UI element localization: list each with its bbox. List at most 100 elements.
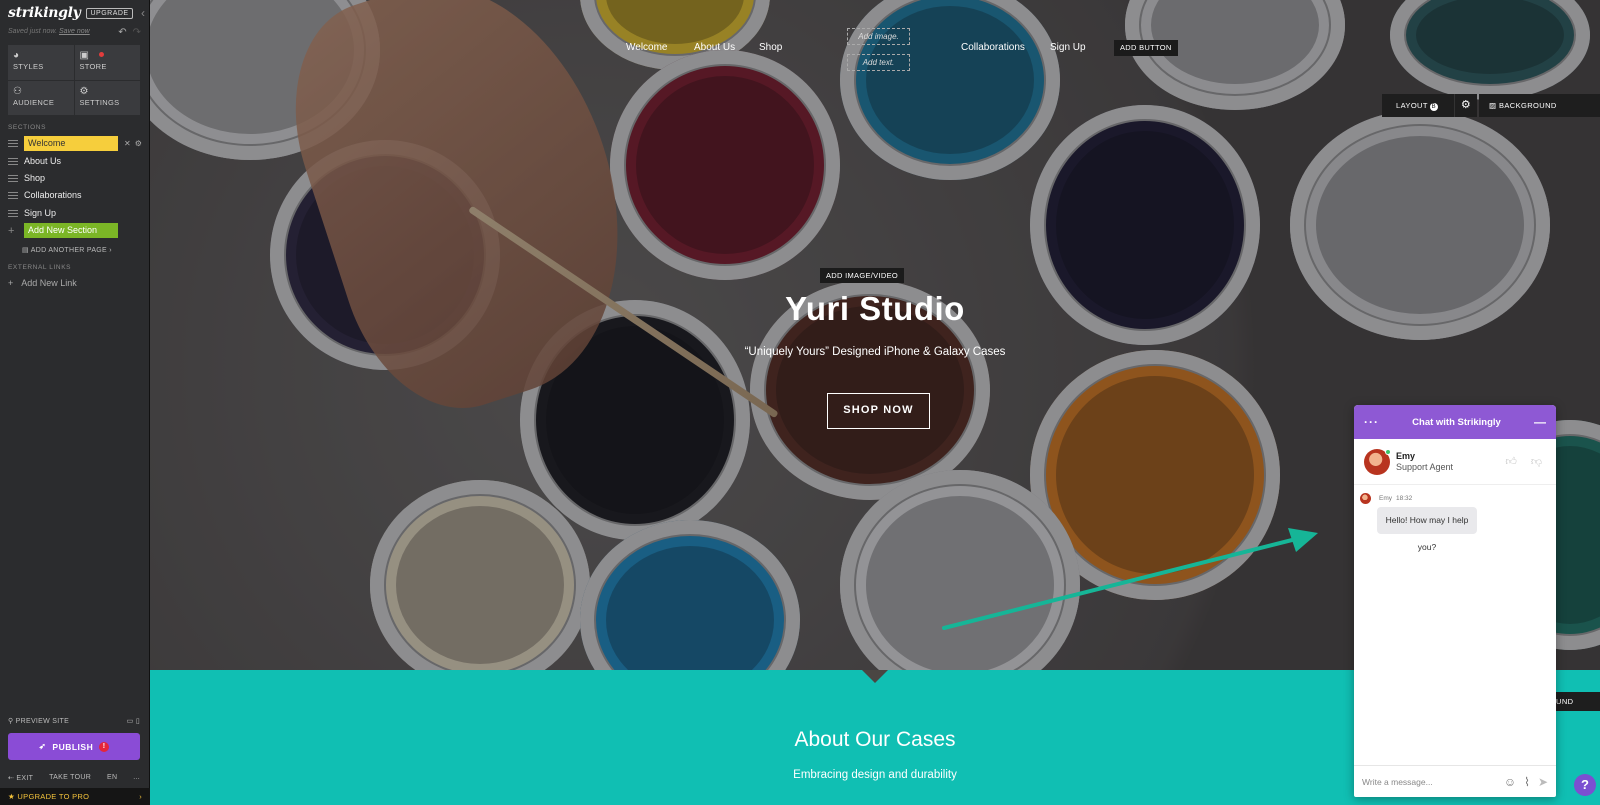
desktop-icon[interactable]: ▭	[127, 718, 134, 725]
section-label[interactable]: Collaborations	[24, 190, 82, 200]
shop-now-button[interactable]: SHOP NOW	[827, 393, 930, 429]
plus-icon: +	[8, 278, 14, 288]
minimize-icon[interactable]: —	[1534, 415, 1546, 429]
warning-icon: !	[99, 741, 110, 752]
agent-row: Emy Support Agent 👍︎ 👎︎	[1354, 439, 1556, 485]
sidebar-item-sign-up[interactable]: Sign Up	[8, 205, 144, 221]
external-links-heading: EXTERNAL LINKS	[8, 264, 72, 271]
add-logo-text[interactable]: Add text.	[847, 54, 910, 71]
message-input[interactable]: Write a message...	[1362, 777, 1496, 787]
chevron-right-icon: ›	[107, 247, 112, 254]
background-button[interactable]: ▨ BACKGROUND	[1479, 94, 1600, 117]
sidebar-item-shop[interactable]: Shop	[8, 170, 144, 186]
page-icon: ▤	[22, 247, 31, 254]
thumbs-down-icon[interactable]: 👎︎	[1531, 455, 1542, 468]
audience-button[interactable]: ⚇ AUDIENCE	[8, 80, 74, 115]
notification-dot	[98, 52, 104, 57]
chevron-right-icon: ›	[139, 792, 142, 801]
plus-icon: +	[8, 224, 15, 237]
drag-handle-icon[interactable]	[8, 191, 18, 199]
thumbs-up-icon[interactable]: 👍︎	[1505, 455, 1517, 468]
help-button[interactable]: ?	[1574, 774, 1596, 796]
add-another-page-label: ADD ANOTHER PAGE	[30, 247, 108, 254]
logo-row: strikingly UPGRADE	[8, 4, 133, 22]
send-icon[interactable]: ➤	[1538, 775, 1548, 789]
attachment-icon[interactable]: ⌇	[1524, 775, 1530, 789]
chat-title: Chat with Strikingly	[1412, 416, 1501, 428]
agent-info: Emy Support Agent	[1396, 451, 1453, 472]
save-now-link[interactable]: Save now	[59, 28, 90, 35]
add-new-link-button[interactable]: + Add New Link	[8, 278, 77, 288]
more-button[interactable]: ...	[133, 774, 140, 782]
device-toggle: ▭ ▯	[127, 717, 140, 725]
tool-grid: ◕ STYLES ▣ STORE ⚇ AUDIENCE ⚙ SETTINGS	[8, 45, 140, 115]
rating-buttons: 👍︎ 👎︎	[1505, 455, 1542, 468]
nav-item-about-us[interactable]: About Us	[694, 42, 735, 53]
message-author: Emy	[1379, 495, 1392, 502]
add-button-button[interactable]: ADD BUTTON	[1114, 40, 1178, 56]
collapse-sidebar-icon[interactable]: ‹	[141, 6, 145, 20]
message-meta: Emy 18:32	[1354, 485, 1556, 504]
avatar	[1360, 493, 1371, 504]
hero-subtitle[interactable]: “Uniquely Yours” Designed iPhone & Galax…	[150, 346, 1600, 358]
star-icon: ★	[8, 792, 18, 801]
undo-icon[interactable]: ↶	[118, 27, 126, 38]
redo-icon[interactable]: ↷	[133, 27, 141, 38]
styles-button[interactable]: ◕ STYLES	[8, 45, 74, 80]
chat-message: Hello! How may I help you?	[1377, 507, 1477, 552]
drag-handle-icon[interactable]	[8, 174, 18, 182]
add-new-section-button[interactable]: + Add New Section	[8, 223, 118, 238]
drag-handle-icon[interactable]	[8, 139, 18, 147]
nav-item-collaborations[interactable]: Collaborations	[961, 42, 1025, 53]
mobile-icon[interactable]: ▯	[136, 718, 140, 725]
add-logo-image[interactable]: Add image.	[847, 28, 910, 45]
sidebar-item-collaborations[interactable]: Collaborations	[8, 187, 144, 203]
store-button[interactable]: ▣ STORE	[74, 45, 140, 80]
upgrade-to-pro-bar[interactable]: ★ UPGRADE TO PRO ›	[0, 788, 150, 805]
exit-button[interactable]: ⇠ EXIT	[8, 774, 33, 782]
nav-item-shop[interactable]: Shop	[759, 42, 782, 53]
palette-icon: ◕	[13, 50, 20, 61]
save-status: Saved just now. Save now	[8, 28, 90, 35]
preview-site-label: PREVIEW SITE	[15, 718, 70, 725]
bottom-actions: ⇠ EXIT TAKE TOUR EN ...	[8, 774, 140, 782]
preview-site-button[interactable]: ⚲ PREVIEW SITE	[8, 717, 69, 725]
close-icon[interactable]: ✕	[124, 139, 131, 148]
sidebar-item-about-us[interactable]: About Us	[8, 153, 144, 169]
drag-handle-icon[interactable]	[8, 157, 18, 165]
chat-widget: ··· Chat with Strikingly — Emy Support A…	[1354, 405, 1556, 797]
audience-label: AUDIENCE	[13, 97, 55, 107]
styles-label: STYLES	[13, 62, 44, 71]
add-another-page-button[interactable]: ▤ ADD ANOTHER PAGE ›	[22, 246, 112, 254]
section-gear-icon[interactable]: ⚙	[135, 139, 142, 148]
bag-icon: ▣	[79, 50, 90, 61]
sidebar-item-welcome[interactable]: Welcome ✕ ⚙	[8, 135, 144, 151]
avatar	[1364, 448, 1391, 475]
section-label[interactable]: Sign Up	[24, 208, 56, 218]
chat-menu-icon[interactable]: ···	[1364, 415, 1379, 429]
editor-sidebar: strikingly UPGRADE ‹ Saved just now. Sav…	[0, 0, 150, 805]
publish-button[interactable]: ➶ PUBLISH !	[8, 733, 140, 760]
gear-icon[interactable]: ⚙	[1454, 94, 1477, 117]
take-tour-button[interactable]: TAKE TOUR	[49, 774, 91, 782]
drag-handle-icon[interactable]	[8, 209, 18, 217]
hero-title[interactable]: Yuri Studio	[150, 290, 1600, 328]
search-icon: ⚲	[8, 718, 16, 725]
layout-label: LAYOUT	[1396, 100, 1428, 110]
layout-button[interactable]: LAYOUT B ⚙	[1382, 94, 1477, 117]
online-indicator	[1385, 448, 1391, 455]
add-new-link-label: Add New Link	[21, 278, 77, 288]
add-image-video-button[interactable]: ADD IMAGE/VIDEO	[820, 268, 905, 283]
nav-item-sign-up[interactable]: Sign Up	[1050, 42, 1086, 53]
section-label[interactable]: Shop	[24, 173, 45, 183]
section-label[interactable]: About Us	[24, 156, 61, 166]
upgrade-badge[interactable]: UPGRADE	[86, 7, 133, 19]
nav-item-welcome[interactable]: Welcome	[626, 42, 668, 53]
store-label: STORE	[79, 62, 107, 71]
section-label[interactable]: Welcome	[24, 135, 118, 151]
undo-redo: ↶ ↷	[118, 27, 141, 38]
language-button[interactable]: EN	[107, 774, 117, 782]
emoji-icon[interactable]: ☺	[1504, 775, 1516, 789]
settings-button[interactable]: ⚙ SETTINGS	[74, 80, 140, 115]
agent-role: Support Agent	[1396, 462, 1454, 472]
